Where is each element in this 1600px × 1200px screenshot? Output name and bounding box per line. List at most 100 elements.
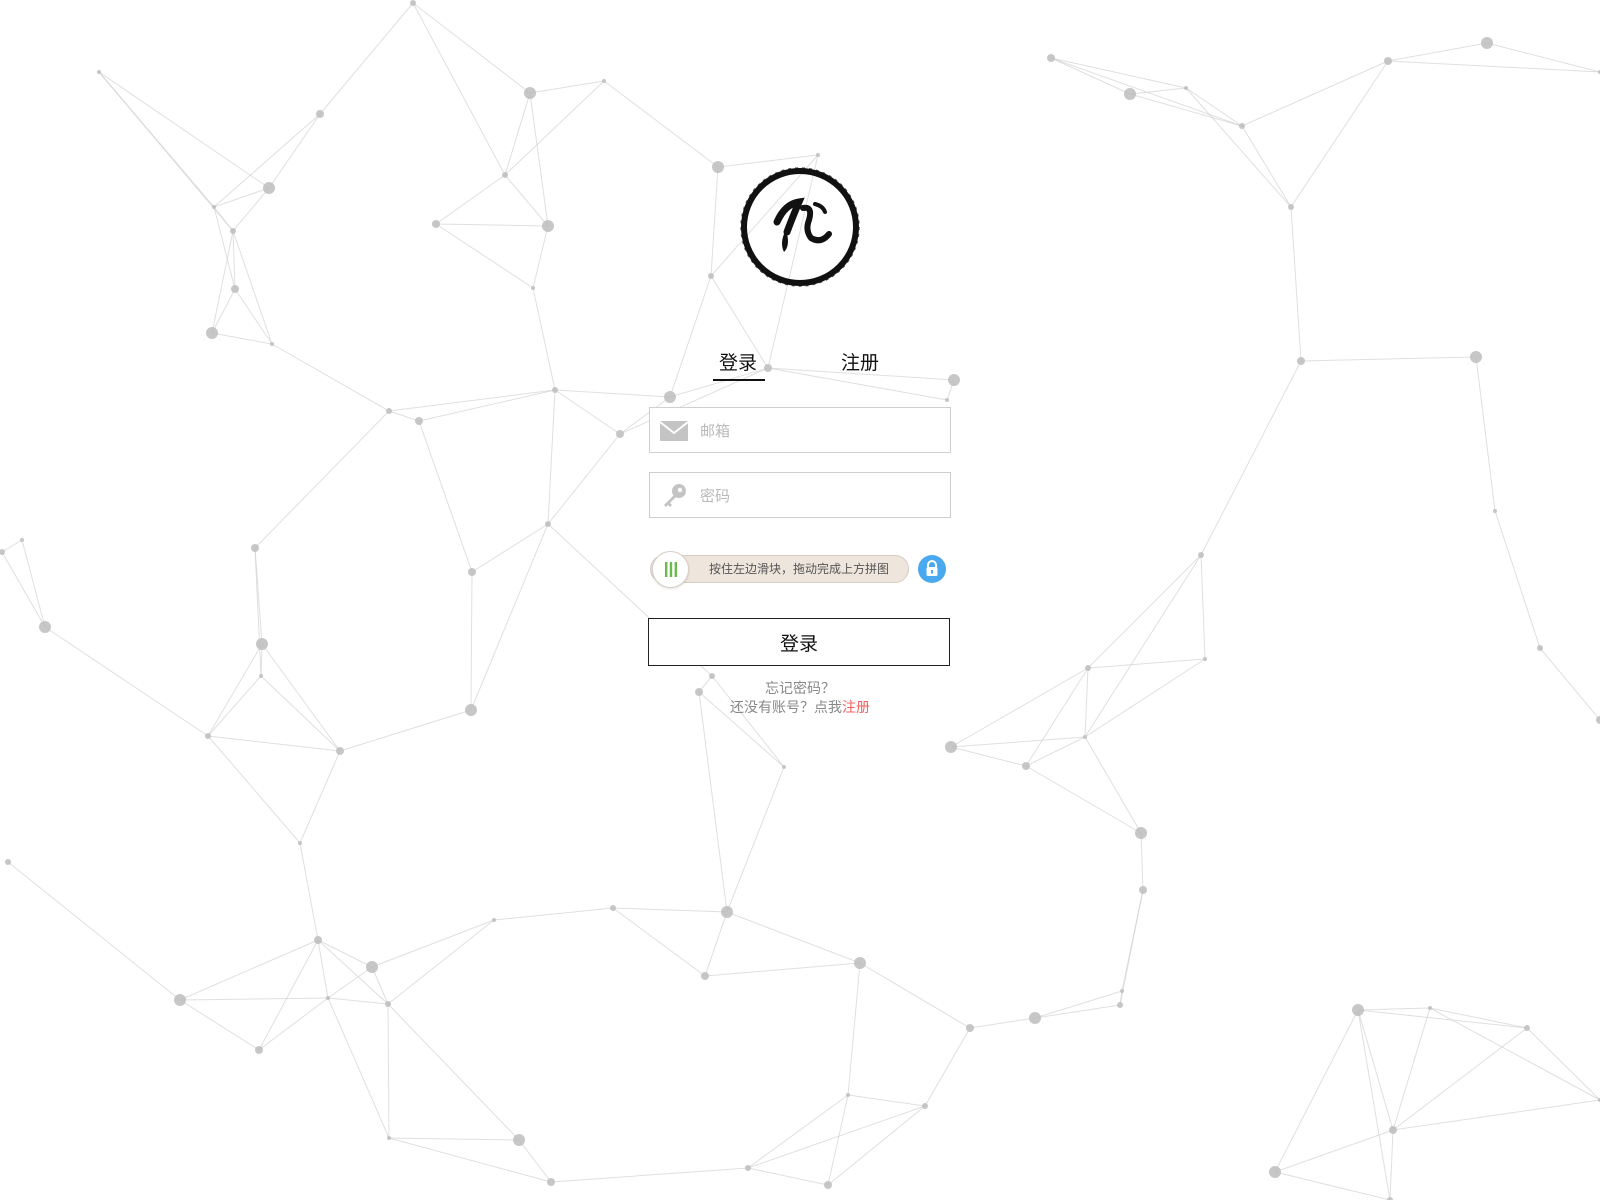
network-node (336, 747, 344, 755)
network-line (1025, 765, 1142, 834)
network-node (1135, 827, 1147, 839)
network-node (1596, 716, 1600, 724)
network-line (268, 113, 321, 189)
password-input[interactable] (698, 473, 946, 519)
network-node (1239, 123, 1245, 129)
network-line (747, 1167, 829, 1186)
network-node (1384, 57, 1392, 65)
network-line (387, 919, 495, 1005)
login-page: 登录 注册 按住左边滑块，拖动完成上方拼图 (0, 0, 1600, 1200)
network-line (98, 71, 270, 189)
auth-links: 忘记密码？ 还没有账号？点我注册 (650, 680, 950, 718)
network-node (1139, 886, 1147, 894)
network-line (299, 750, 341, 844)
network-line (504, 174, 549, 227)
network-node (432, 220, 440, 228)
network-line (1087, 554, 1202, 669)
network-line (532, 287, 556, 391)
network-node (314, 936, 322, 944)
network-line (1357, 1009, 1528, 1029)
network-line (1392, 1007, 1431, 1131)
network-line (261, 643, 341, 752)
register-link[interactable]: 注册 (842, 700, 870, 716)
network-node (524, 87, 536, 99)
login-button[interactable]: 登录 (648, 618, 950, 666)
network-line (859, 962, 971, 1029)
network-line (1034, 1004, 1121, 1019)
network-line (1140, 832, 1144, 891)
network-node (270, 342, 274, 346)
network-node (1083, 735, 1087, 739)
network-node (922, 1103, 928, 1109)
network-line (747, 1105, 926, 1169)
network-line (232, 230, 273, 345)
network-line (317, 939, 329, 999)
email-input[interactable] (698, 408, 946, 454)
network-line (1241, 125, 1292, 208)
network-line (1084, 736, 1142, 834)
network-line (327, 997, 390, 1139)
network-line (213, 206, 236, 290)
network-node (366, 961, 378, 973)
network-line (493, 907, 614, 921)
network-node (616, 430, 624, 438)
network-node (5, 859, 11, 865)
forgot-password-link[interactable]: 忘记密码？ (765, 681, 835, 697)
network-line (1486, 42, 1600, 73)
network-line (387, 1003, 390, 1139)
network-node (468, 568, 476, 576)
network-line (950, 667, 1089, 748)
network-node (39, 621, 51, 633)
network-line (371, 919, 495, 968)
network-line (1050, 57, 1131, 95)
network-line (950, 746, 1027, 767)
network-node (1203, 657, 1207, 661)
network-node (610, 905, 616, 911)
network-line (603, 80, 719, 168)
network-line (1034, 990, 1123, 1019)
network-node (1117, 1002, 1123, 1008)
network-node (1524, 1025, 1530, 1031)
network-node (0, 549, 5, 555)
network-line (1392, 1099, 1600, 1131)
network-node (513, 1134, 525, 1146)
network-line (554, 389, 671, 398)
network-line (704, 911, 728, 977)
network-line (319, 2, 414, 115)
network-line (271, 343, 390, 412)
network-line (1, 551, 46, 628)
slider-captcha-knob[interactable] (652, 551, 689, 588)
tab-login[interactable]: 登录 (719, 348, 757, 381)
network-line (1494, 510, 1541, 649)
network-node (256, 638, 268, 650)
network-line (327, 997, 389, 1005)
network-node (721, 906, 733, 918)
network-line (1084, 554, 1202, 738)
network-node (1470, 351, 1482, 363)
network-node (552, 387, 558, 393)
network-node (1047, 54, 1055, 62)
tab-register[interactable]: 注册 (841, 348, 879, 381)
network-line (179, 939, 319, 1001)
network-node (545, 521, 551, 527)
network-node (326, 996, 330, 1000)
network-line (1429, 1007, 1600, 1101)
network-node (1352, 1004, 1364, 1016)
network-line (388, 1137, 552, 1183)
network-line (258, 939, 319, 1051)
network-node (97, 70, 101, 74)
network-line (435, 223, 534, 289)
slider-captcha[interactable]: 按住左边滑块，拖动完成上方拼图 (650, 551, 909, 588)
network-line (950, 736, 1086, 748)
network-node (542, 220, 554, 232)
network-node (385, 1001, 391, 1007)
network-line (612, 907, 728, 913)
network-node (745, 1165, 751, 1171)
network-line (726, 766, 785, 913)
network-line (1274, 1171, 1391, 1200)
network-line (7, 861, 181, 1001)
network-line (412, 2, 506, 176)
network-node (824, 1181, 832, 1189)
network-line (388, 410, 420, 422)
network-line (211, 288, 236, 334)
